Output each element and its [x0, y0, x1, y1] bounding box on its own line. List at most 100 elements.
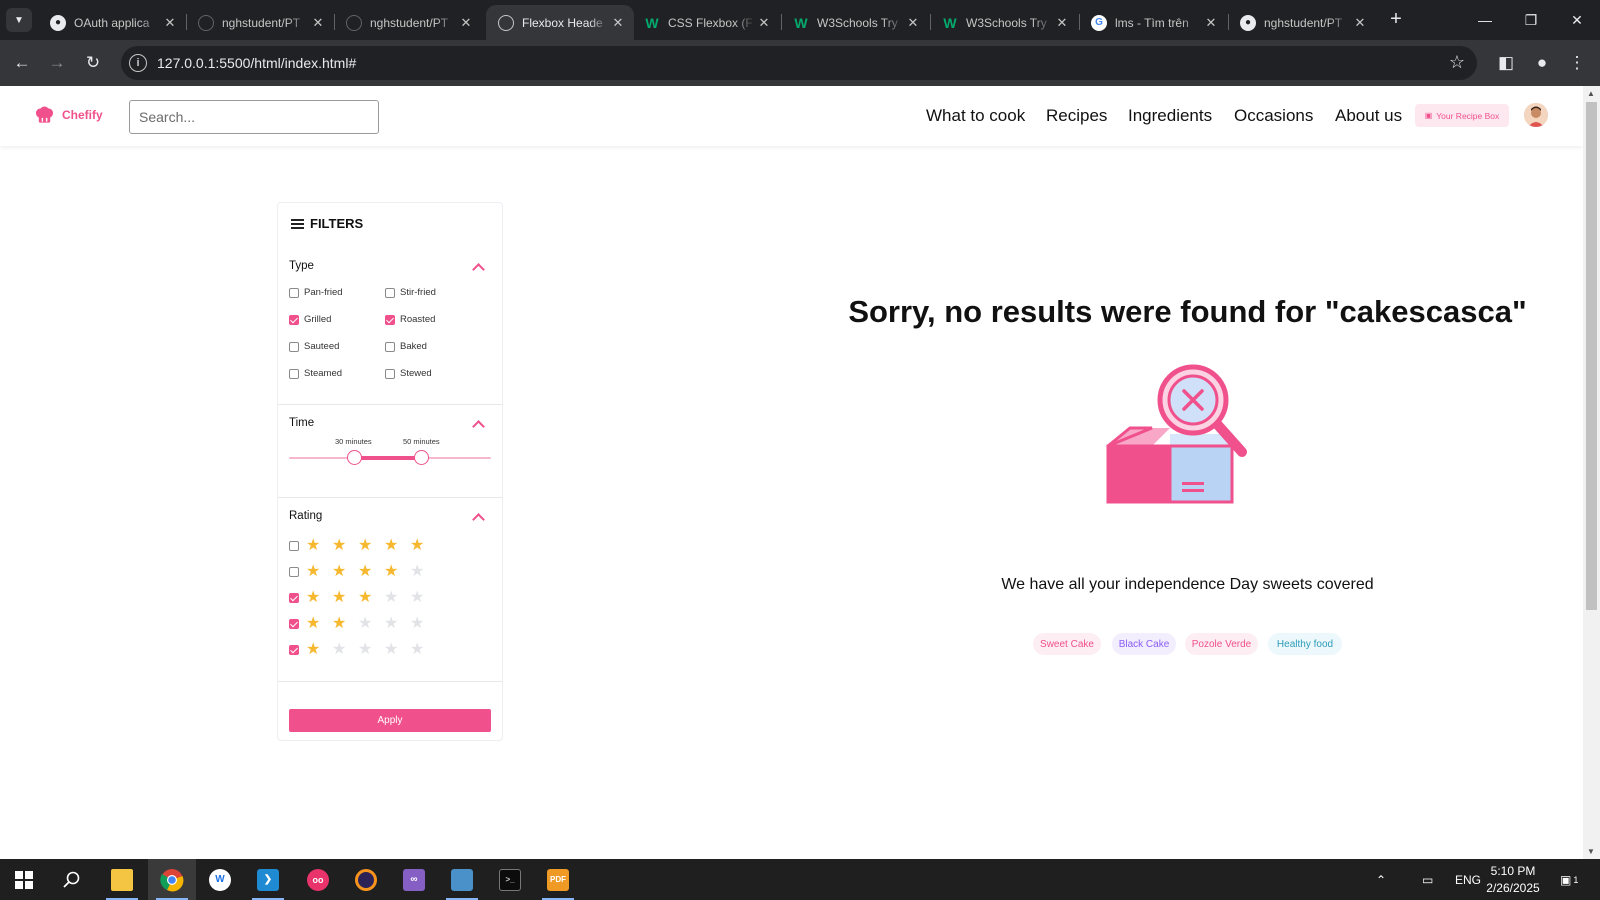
- window-close-icon[interactable]: ✕: [1554, 0, 1600, 40]
- reload-icon[interactable]: ↻: [79, 49, 107, 77]
- tab-close-icon[interactable]: ✕: [1203, 15, 1219, 31]
- page-scrollbar[interactable]: ▲ ▼: [1583, 86, 1600, 859]
- type-checkbox-stewed[interactable]: [385, 369, 395, 379]
- rating-checkbox[interactable]: [289, 645, 299, 655]
- avatar[interactable]: [1524, 103, 1548, 127]
- tag-chip-pozole-verde[interactable]: Pozole Verde: [1185, 633, 1258, 655]
- type-checkbox-sauteed[interactable]: [289, 342, 299, 352]
- notification-count: 1: [1573, 874, 1579, 885]
- type-checkbox-pan-fried[interactable]: [289, 288, 299, 298]
- nav-what-to-cook[interactable]: What to cook: [926, 106, 1025, 126]
- browser-tab[interactable]: nghstudent/PT ✕: [186, 5, 334, 40]
- rating-checkbox[interactable]: [289, 593, 299, 603]
- type-checkbox-stir-fried[interactable]: [385, 288, 395, 298]
- bookmark-star-icon[interactable]: ☆: [1449, 52, 1465, 73]
- address-bar[interactable]: i 127.0.0.1:5500/html/index.html# ☆: [121, 46, 1477, 80]
- visual-studio-icon[interactable]: ∞: [390, 859, 438, 900]
- tab-search-chevron-icon[interactable]: ▼: [6, 8, 32, 32]
- tag-chip-black-cake[interactable]: Black Cake: [1112, 633, 1176, 655]
- type-checkbox-roasted[interactable]: [385, 315, 395, 325]
- slider-max-handle[interactable]: [414, 450, 429, 465]
- tab-close-icon[interactable]: ✕: [905, 15, 921, 31]
- minimize-icon[interactable]: —: [1462, 0, 1508, 40]
- rating-checkbox[interactable]: [289, 541, 299, 551]
- tab-close-icon[interactable]: ✕: [458, 15, 474, 31]
- nav-ingredients[interactable]: Ingredients: [1128, 106, 1212, 126]
- rating-checkbox[interactable]: [289, 567, 299, 577]
- tab-close-icon[interactable]: ✕: [610, 15, 626, 31]
- recipe-box-button[interactable]: ▣ Your Recipe Box: [1415, 104, 1509, 127]
- taskbar-search-icon[interactable]: [48, 859, 96, 900]
- profile-icon[interactable]: ●: [1528, 49, 1556, 77]
- side-panel-icon[interactable]: ◧: [1492, 49, 1520, 77]
- browser-tab[interactable]: ● nghstudent/PT ✕: [1228, 5, 1376, 40]
- network-icon[interactable]: ▭: [1422, 859, 1433, 900]
- start-icon[interactable]: [0, 859, 48, 900]
- brand-logo[interactable]: Chefify: [35, 106, 103, 124]
- star-icon: ★: [384, 537, 399, 554]
- restore-icon[interactable]: ❐: [1508, 0, 1554, 40]
- browser-toolbar: ← → ↻ i 127.0.0.1:5500/html/index.html# …: [0, 40, 1600, 86]
- app-icon[interactable]: [438, 859, 486, 900]
- new-tab-plus-icon[interactable]: +: [1384, 8, 1408, 32]
- tray-overflow-chevron-icon[interactable]: ⌃: [1376, 859, 1386, 900]
- scroll-up-arrow-icon[interactable]: ▲: [1587, 89, 1595, 98]
- github-icon: [198, 14, 214, 31]
- slider-min-handle[interactable]: [347, 450, 362, 465]
- browser-tab-active[interactable]: Flexbox Heade ✕: [486, 5, 634, 40]
- star-icon: ★: [332, 537, 347, 554]
- type-checkbox-grilled[interactable]: [289, 315, 299, 325]
- browser-menu-icon[interactable]: ⋮: [1563, 49, 1591, 77]
- nav-recipes[interactable]: Recipes: [1046, 106, 1107, 126]
- nav-occasions[interactable]: Occasions: [1234, 106, 1313, 126]
- browser-tab[interactable]: W CSS Flexbox (F ✕: [632, 5, 780, 40]
- tab-close-icon[interactable]: ✕: [1352, 15, 1368, 31]
- taskbar-clock[interactable]: 5:10 PM 2/26/2025: [1480, 863, 1546, 897]
- chevron-up-icon[interactable]: [472, 513, 485, 526]
- tab-title: nghstudent/PT: [222, 15, 301, 30]
- site-info-icon[interactable]: i: [129, 54, 147, 72]
- browser-tab[interactable]: nghstudent/PT ✕: [334, 5, 482, 40]
- chrome-icon[interactable]: [148, 859, 196, 900]
- type-checkbox-steamed[interactable]: [289, 369, 299, 379]
- nav-about-us[interactable]: About us: [1335, 106, 1402, 126]
- browser-tab[interactable]: ● OAuth applica ✕: [38, 5, 186, 40]
- forward-arrow-icon[interactable]: →: [43, 49, 71, 77]
- scrollbar-thumb[interactable]: [1586, 102, 1597, 610]
- apply-button[interactable]: Apply: [289, 709, 491, 732]
- type-checkbox-baked[interactable]: [385, 342, 395, 352]
- file-explorer-icon[interactable]: [98, 859, 146, 900]
- rating-checkbox[interactable]: [289, 619, 299, 629]
- terminal-icon[interactable]: >_: [486, 859, 534, 900]
- browser-tab[interactable]: G lms - Tìm trên ✕: [1079, 5, 1227, 40]
- back-arrow-icon[interactable]: ←: [8, 49, 36, 77]
- browser-tab[interactable]: W W3Schools Try ✕: [930, 5, 1078, 40]
- pdf-icon[interactable]: PDF: [534, 859, 582, 900]
- type-option-label: Roasted: [400, 314, 436, 325]
- scroll-down-arrow-icon[interactable]: ▼: [1587, 847, 1595, 856]
- site-search-input[interactable]: [129, 100, 379, 134]
- time-range-slider[interactable]: [289, 450, 491, 465]
- star-icon: ★: [358, 563, 373, 580]
- vscode-icon[interactable]: ❯: [244, 859, 292, 900]
- time-max-label: 50 minutes: [403, 437, 440, 446]
- star-icon: ★: [384, 563, 399, 580]
- language-indicator[interactable]: ENG: [1455, 859, 1481, 900]
- chevron-up-icon[interactable]: [472, 420, 485, 433]
- notifications-icon[interactable]: ▣ 1: [1560, 859, 1578, 900]
- tab-close-icon[interactable]: ✕: [1054, 15, 1070, 31]
- app-icon[interactable]: W: [196, 859, 244, 900]
- tab-close-icon[interactable]: ✕: [310, 15, 326, 31]
- tag-chip-healthy-food[interactable]: Healthy food: [1268, 633, 1342, 655]
- chevron-up-icon[interactable]: [472, 263, 485, 276]
- browser-tab[interactable]: W W3Schools Try ✕: [781, 5, 929, 40]
- type-option-label: Stewed: [400, 368, 432, 379]
- app-icon[interactable]: oo: [294, 859, 342, 900]
- address-url[interactable]: 127.0.0.1:5500/html/index.html#: [157, 55, 356, 71]
- section-divider: [278, 497, 502, 498]
- tag-chip-sweet-cake[interactable]: Sweet Cake: [1033, 633, 1101, 655]
- tab-close-icon[interactable]: ✕: [162, 15, 178, 31]
- eclipse-icon[interactable]: [342, 859, 390, 900]
- star-icon: ★: [306, 537, 321, 554]
- tab-close-icon[interactable]: ✕: [756, 15, 772, 31]
